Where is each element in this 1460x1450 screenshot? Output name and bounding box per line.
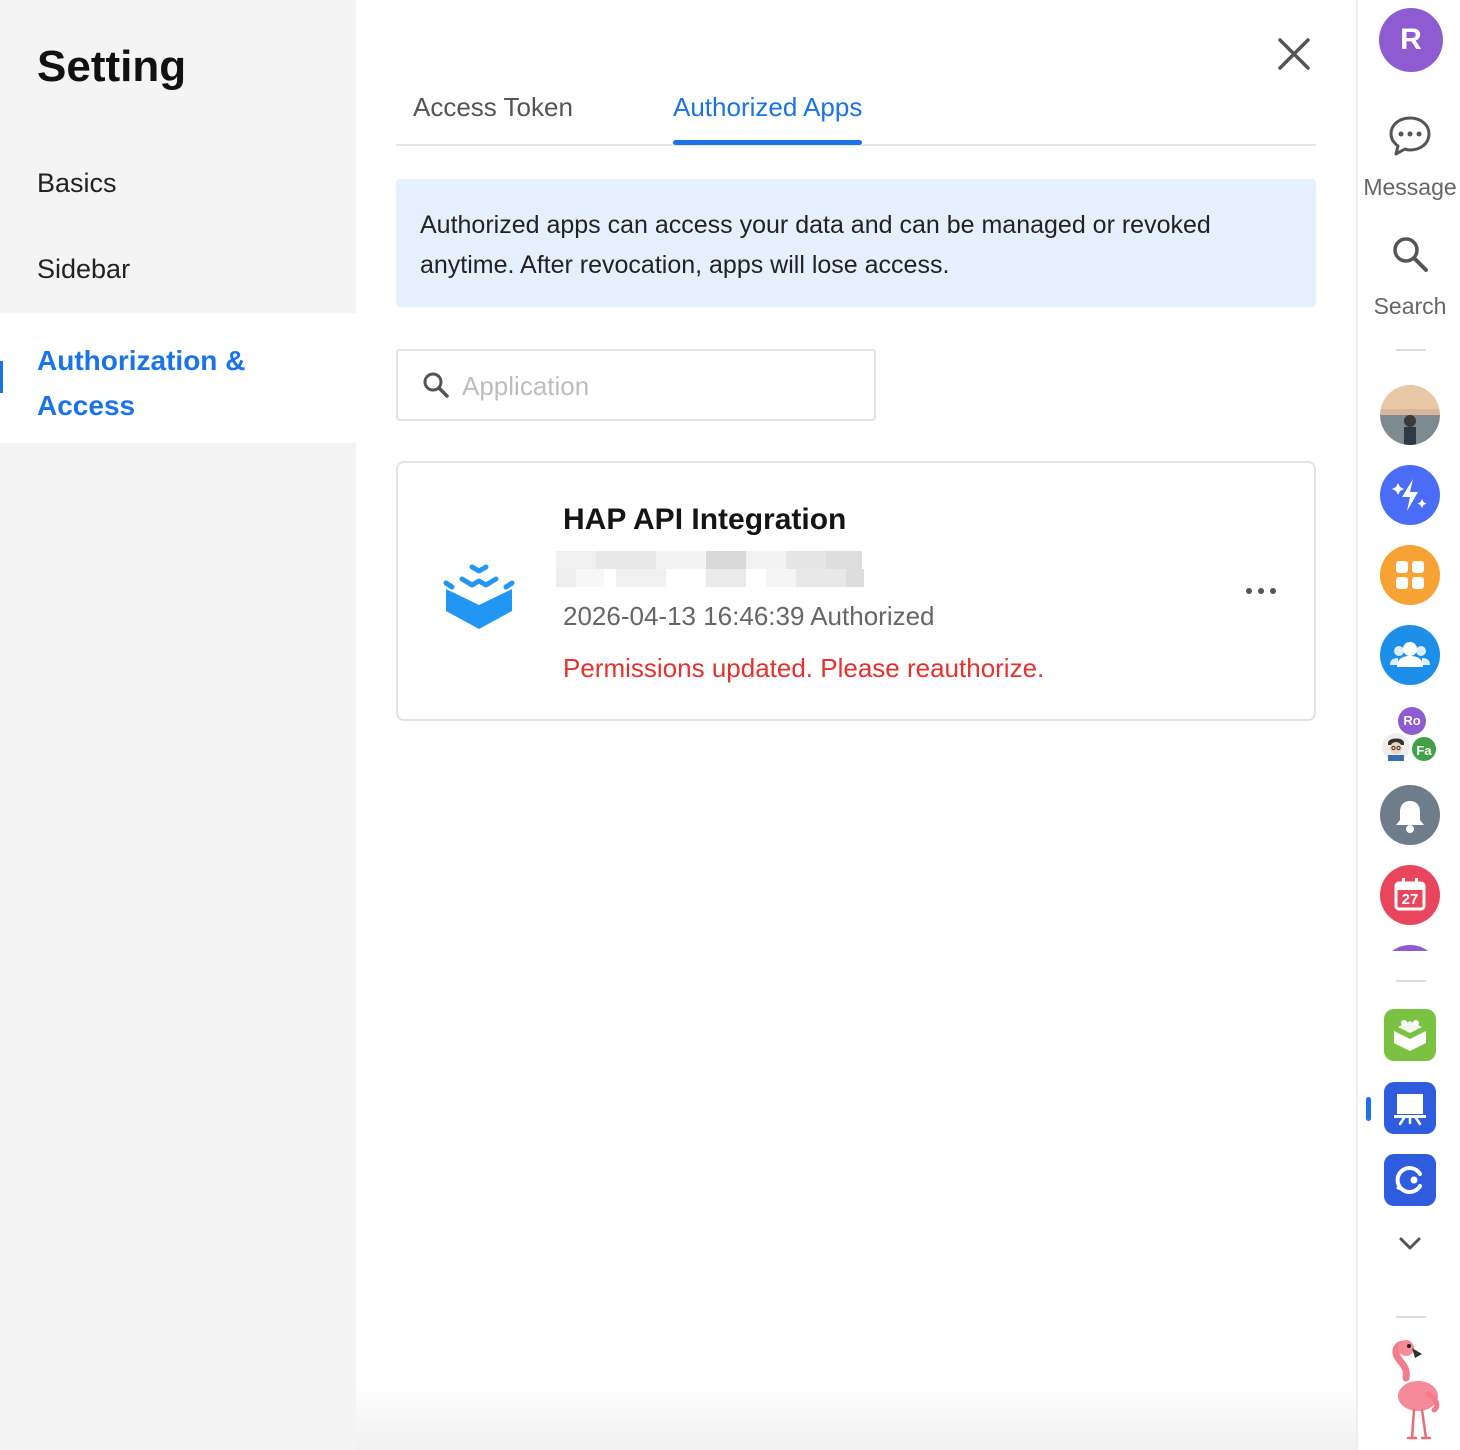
sidebar-item-authorization-access[interactable]: Authorization & Access [0, 313, 356, 443]
apps-grid-icon[interactable] [1380, 545, 1440, 605]
message-icon[interactable] [1388, 114, 1432, 158]
rail-divider [1396, 349, 1426, 351]
sidebar-item-sidebar[interactable]: Sidebar [0, 254, 356, 285]
calendar-day: 27 [1401, 891, 1419, 908]
search-label[interactable]: Search [1358, 293, 1460, 320]
calendar-icon[interactable]: 27 [1380, 865, 1440, 925]
search-input[interactable] [460, 365, 864, 407]
authorized-timestamp: 2026-04-13 16:46:39 Authorized [563, 601, 935, 631]
app-shortcut-support-icon[interactable] [1384, 1154, 1436, 1206]
more-options-icon[interactable] [1244, 581, 1278, 601]
app-shortcut-presentation-icon[interactable] [1384, 1082, 1436, 1134]
contact-avatar-photo[interactable] [1380, 385, 1440, 445]
bottom-fade [356, 1380, 1356, 1450]
close-icon[interactable] [1274, 34, 1314, 74]
page-title: Setting [37, 42, 187, 91]
user-avatar[interactable]: R [1379, 8, 1443, 72]
search-box[interactable] [396, 349, 876, 421]
app-name: HAP API Integration [563, 503, 847, 536]
rail-divider-3 [1396, 1316, 1426, 1318]
group-chat-avatar[interactable]: Ro Fa [1380, 705, 1440, 765]
tab-active-underline [673, 140, 863, 145]
rail-search-icon[interactable] [1390, 234, 1430, 274]
message-label[interactable]: Message [1358, 174, 1460, 201]
group-member-badge-2: Fa [1410, 735, 1438, 763]
right-rail: R Message Search Ro Fa 27 [1356, 0, 1460, 1450]
rail-divider-2 [1396, 980, 1426, 982]
rail-item-partial[interactable] [1380, 945, 1440, 951]
chevron-down-icon[interactable] [1396, 1234, 1424, 1254]
search-icon [423, 372, 449, 398]
main-panel: Access Token Authorized Apps Authorized … [356, 0, 1356, 1450]
settings-sidebar: Setting Basics Sidebar Authorization & A… [0, 0, 356, 1450]
redacted-app-id [556, 551, 864, 587]
sidebar-item-basics[interactable]: Basics [0, 168, 356, 199]
info-notice: Authorized apps can access your data and… [396, 179, 1316, 307]
sidebar-item-label-line1: Authorization & [37, 345, 246, 376]
tab-label: Authorized Apps [673, 92, 863, 122]
ai-assistant-icon[interactable] [1380, 465, 1440, 525]
tab-authorized-apps[interactable]: Authorized Apps [673, 92, 863, 145]
notification-bell-icon[interactable] [1380, 785, 1440, 845]
group-member-face-icon [1382, 733, 1410, 761]
rail-active-indicator [1366, 1097, 1371, 1121]
app-shortcut-green-icon[interactable] [1384, 1009, 1436, 1061]
reauthorize-warning[interactable]: Permissions updated. Please reauthorize. [563, 653, 1044, 684]
sidebar-item-label-line2: Access [37, 390, 136, 421]
active-indicator [0, 361, 3, 393]
flamingo-mascot-icon[interactable] [1382, 1338, 1446, 1444]
tab-access-token[interactable]: Access Token [413, 92, 573, 144]
hap-logo-icon [443, 564, 515, 629]
contacts-icon[interactable] [1380, 625, 1440, 685]
group-member-badge: Ro [1398, 707, 1426, 735]
tab-bar: Access Token Authorized Apps [396, 92, 1316, 146]
app-card: HAP API Integration 2026-04-13 16:46:39 … [396, 461, 1316, 721]
